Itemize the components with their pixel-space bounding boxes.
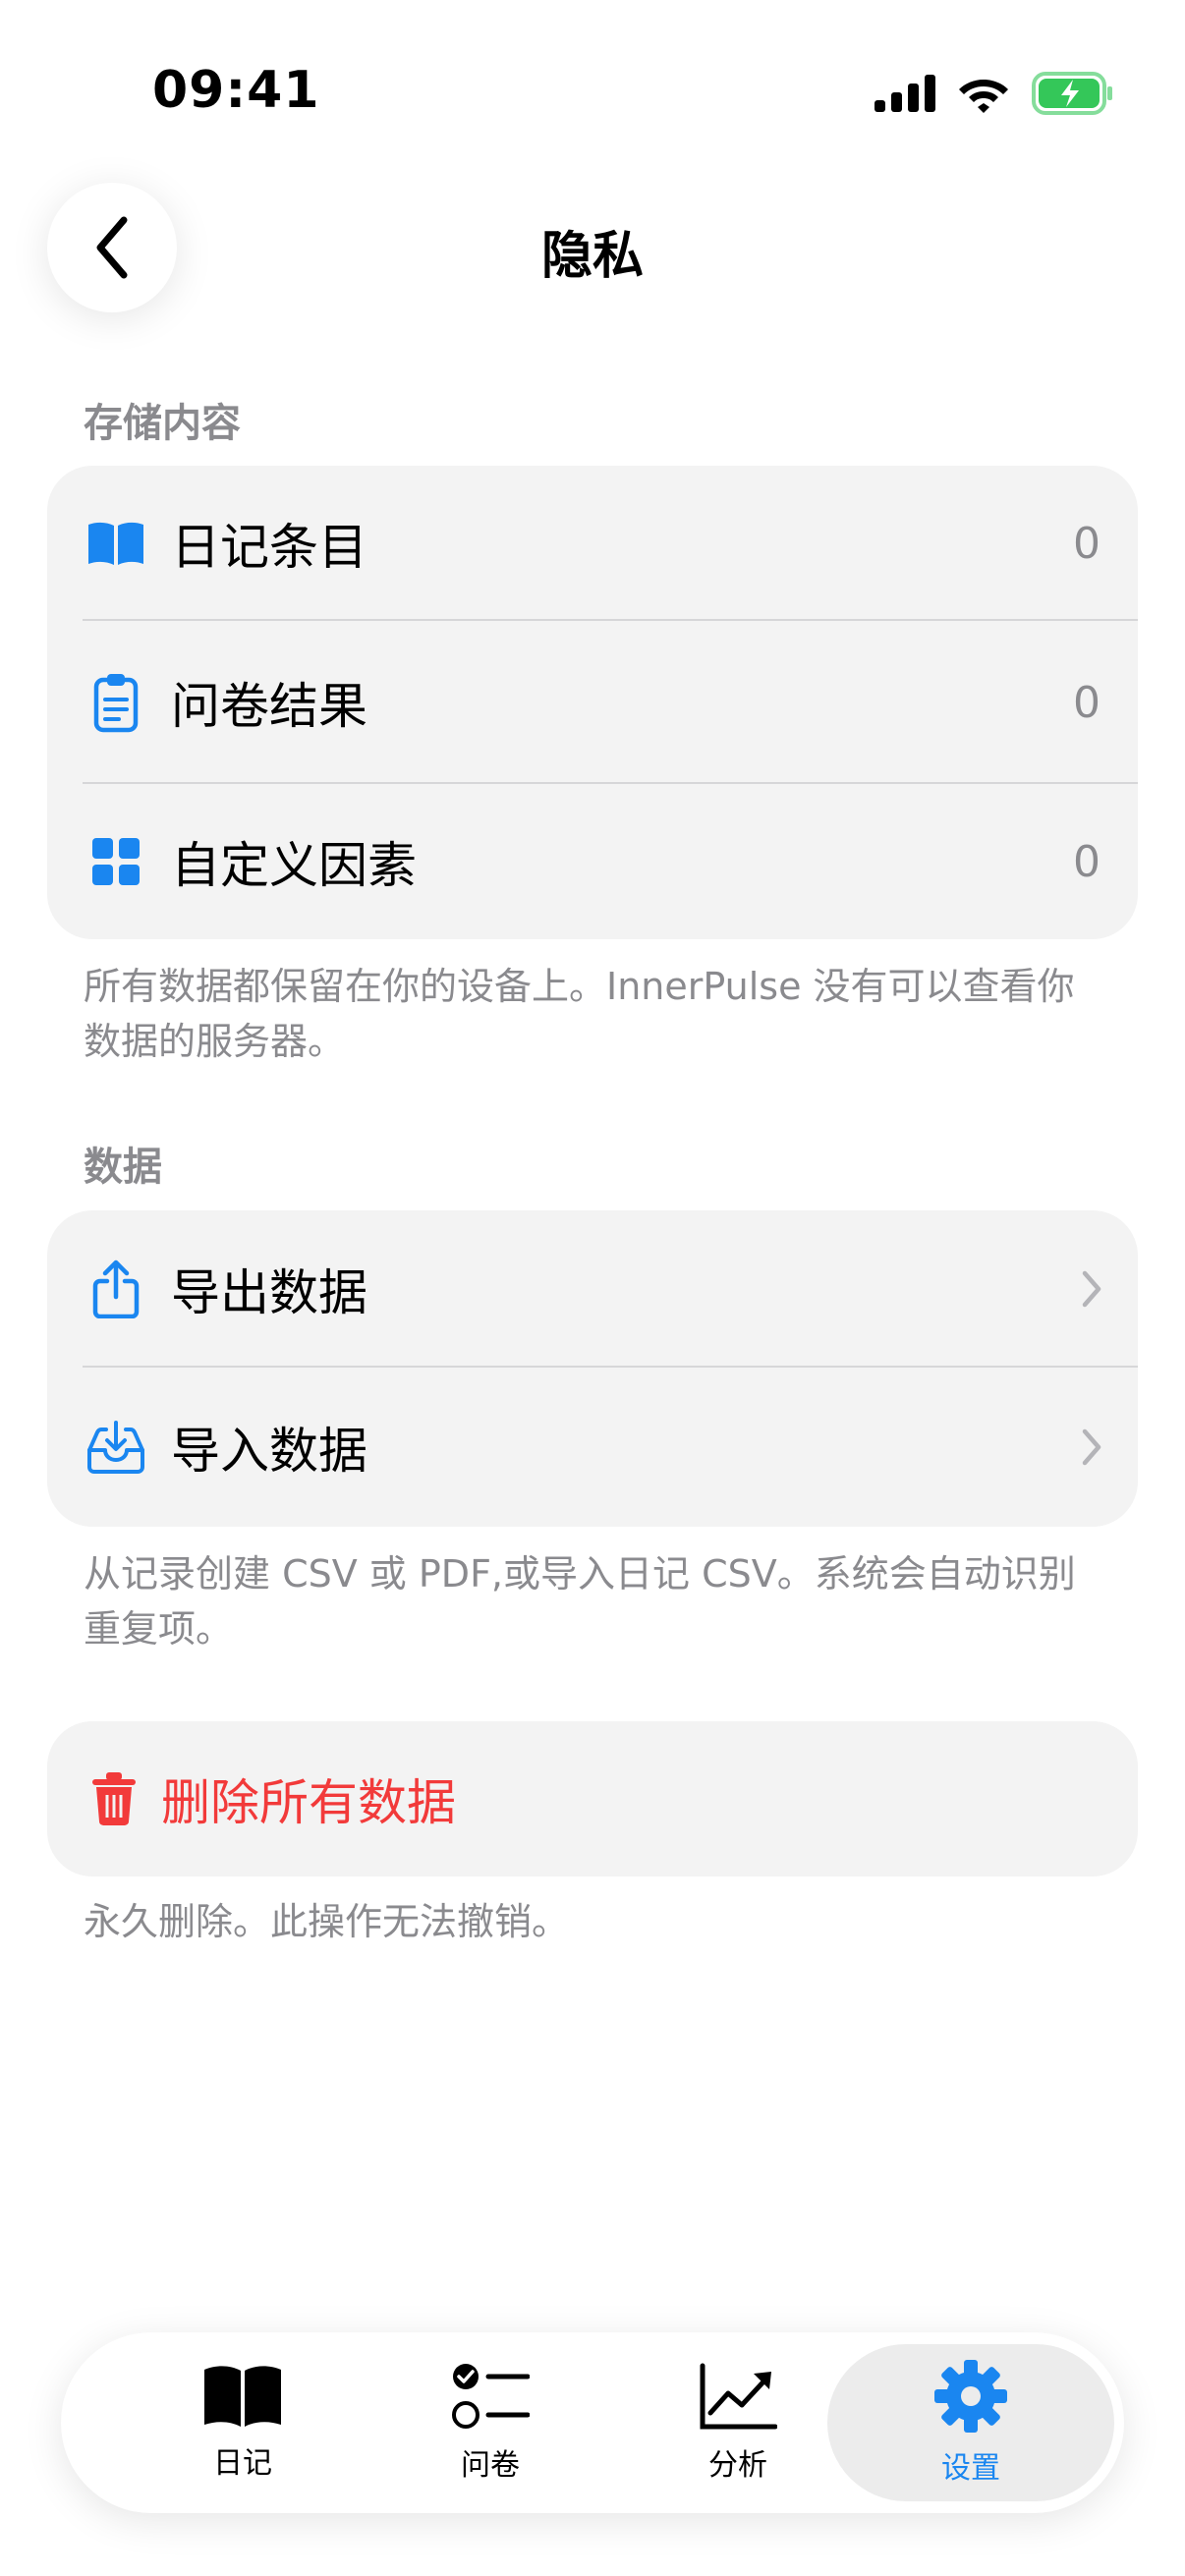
data-section-header: 数据 [84, 1145, 162, 1190]
chart-line-icon [700, 2363, 777, 2430]
tab-survey[interactable]: 问卷 [348, 2344, 633, 2501]
storage-row-label: 问卷结果 [171, 678, 367, 735]
chevron-right-icon [1082, 1428, 1101, 1466]
share-icon [85, 1258, 147, 1320]
book-icon [85, 512, 147, 575]
storage-footnote: 所有数据都保留在你的设备上。InnerPulse 没有可以查看你数据的服务器。 [84, 965, 1075, 1063]
battery-charging-icon [1032, 72, 1112, 115]
tab-label: 分析 [708, 2448, 767, 2483]
data-footnote: 从记录创建 CSV 或 PDF,或导入日记 CSV。系统会自动识别重复项。 [84, 1552, 1076, 1651]
storage-row-factors: 自定义因素 0 [47, 784, 1138, 939]
wifi-icon [959, 80, 1008, 113]
storage-row-count: 0 [1073, 836, 1100, 887]
delete-footnote: 永久删除。此操作无法撤销。 [84, 1900, 570, 1943]
tab-label: 问卷 [461, 2448, 520, 2483]
tab-label: 设置 [941, 2451, 1000, 2486]
delete-all-data-button[interactable]: 删除所有数据 [47, 1721, 1138, 1876]
gear-icon [934, 2360, 1007, 2433]
tab-settings[interactable]: 设置 [827, 2344, 1114, 2501]
status-icons [875, 69, 1114, 118]
storage-row-diary: 日记条目 0 [47, 466, 1138, 621]
tray-download-icon [85, 1416, 147, 1479]
storage-card: 日记条目 0 问卷结果 0 自定义因素 0 [47, 466, 1138, 939]
data-card: 导出数据 导入数据 [47, 1210, 1138, 1527]
import-data-row[interactable]: 导入数据 [47, 1368, 1138, 1527]
status-time: 09:41 [152, 61, 320, 120]
tab-diary[interactable]: 日记 [100, 2344, 385, 2501]
chevron-right-icon [1082, 1270, 1101, 1308]
storage-row-count: 0 [1073, 518, 1100, 569]
storage-section-header: 存储内容 [84, 401, 241, 446]
export-data-row[interactable]: 导出数据 [47, 1210, 1138, 1368]
trash-icon [83, 1767, 145, 1830]
storage-row-survey: 问卷结果 0 [47, 621, 1138, 784]
import-data-label: 导入数据 [171, 1423, 367, 1480]
storage-row-label: 自定义因素 [171, 837, 417, 894]
delete-all-data-label: 删除所有数据 [161, 1774, 456, 1831]
storage-row-label: 日记条目 [171, 519, 367, 576]
book-icon [204, 2366, 281, 2427]
page-title: 隐私 [540, 227, 644, 286]
checklist-icon [452, 2364, 530, 2429]
tab-bar: 日记 问卷 分析 设置 [61, 2332, 1124, 2513]
clipboard-icon [85, 671, 147, 734]
grid-icon [85, 830, 147, 893]
privacy-screen: 09:41 隐私 存储内容 日记条目 0 问卷结果 0 自定义因素 0 所有数据… [0, 0, 1185, 2576]
cellular-signal-icon [875, 75, 935, 112]
tab-label: 日记 [213, 2446, 272, 2481]
export-data-label: 导出数据 [171, 1264, 367, 1321]
storage-row-count: 0 [1073, 677, 1100, 728]
